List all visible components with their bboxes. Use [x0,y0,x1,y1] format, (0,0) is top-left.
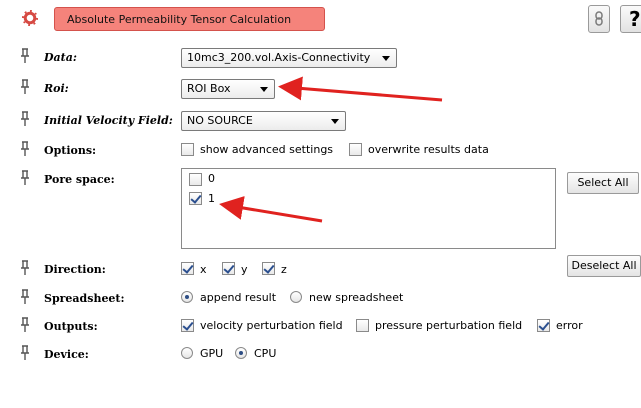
annotation-arrow-roi [278,76,443,102]
annotation-arrows [219,76,443,223]
annotation-arrow-pore [219,196,323,223]
